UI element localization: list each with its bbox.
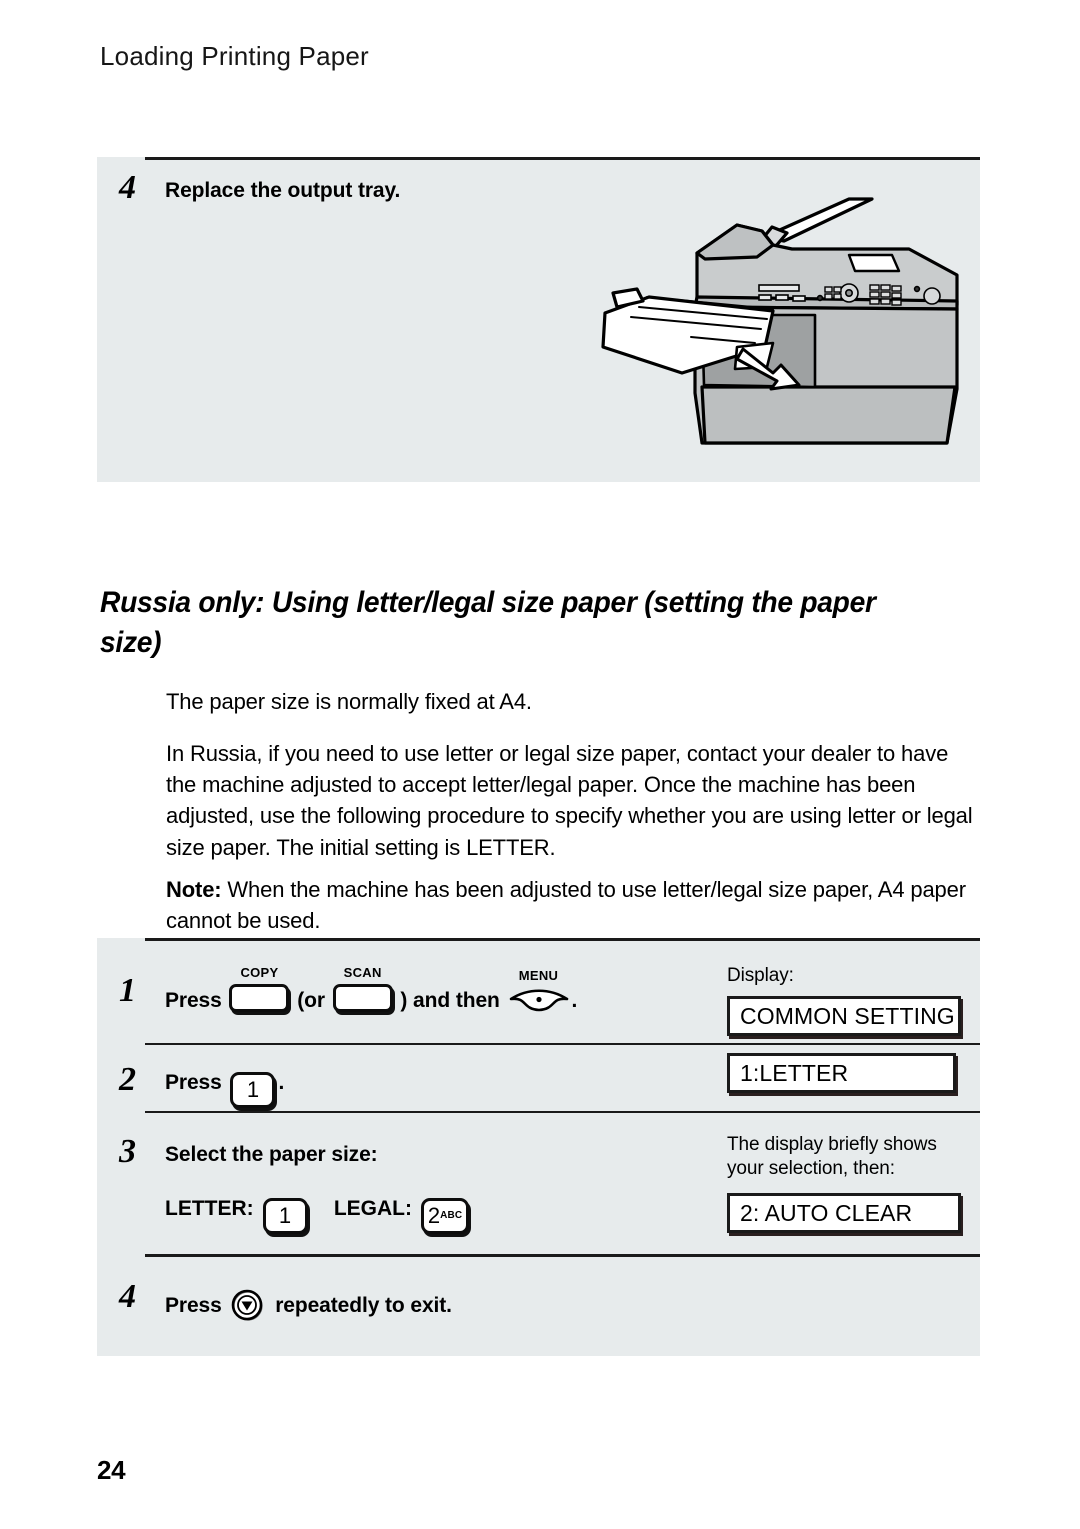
step-4-number: 4: [119, 1278, 136, 1315]
procedure-step-3-row: 3 Select the paper size: LETTER: 1 LEGAL…: [97, 1111, 980, 1254]
procedure-table: 1 Press COPY (or SCAN ) and then MENU .: [97, 938, 980, 1356]
menu-key[interactable]: MENU: [506, 968, 572, 1013]
running-header: Loading Printing Paper: [100, 41, 369, 71]
numeric-key-2-legal[interactable]: 2ABC: [420, 1198, 470, 1234]
scan-key-cap[interactable]: [332, 984, 393, 1012]
numeric-key-2-sublabel: ABC: [440, 1210, 463, 1221]
paragraph-note: Note: When the machine has been adjusted…: [166, 874, 978, 936]
paragraph-russia-instructions: In Russia, if you need to use letter or …: [166, 741, 973, 860]
page-number: 24: [97, 1455, 126, 1485]
illustration-panel: 4 Replace the output tray.: [97, 157, 980, 482]
illustration-step-number: 4: [119, 169, 136, 206]
note-label: Note:: [166, 877, 222, 902]
numeric-key-1[interactable]: 1: [230, 1072, 276, 1108]
step-4-press-label: Press: [165, 1294, 222, 1317]
step-1-period: .: [571, 989, 578, 1012]
table-rule-top: [145, 938, 980, 941]
copy-key-label: COPY: [240, 965, 279, 980]
step-1-press-label: Press: [165, 989, 222, 1012]
procedure-step-4-row: 4 Press repeatedly to exit.: [97, 1254, 980, 1356]
copy-key[interactable]: COPY: [227, 965, 291, 1013]
step-2-period: .: [278, 1071, 285, 1094]
step-2-press-label: Press: [165, 1071, 222, 1094]
step-1-number: 1: [119, 972, 136, 1009]
note-text: When the machine has been adjusted to us…: [166, 877, 966, 934]
lcd-display-common-setting: COMMON SETTING: [727, 995, 961, 1036]
step-1-instruction: Press COPY (or SCAN ) and then MENU .: [165, 965, 578, 1013]
legal-choice-label: LEGAL:: [333, 1197, 412, 1220]
paragraph-paper-size-fixed: The paper size is normally fixed at A4.: [166, 689, 532, 714]
stop-button-icon[interactable]: [231, 1288, 265, 1322]
step-2-display-column: 1:LETTER: [727, 1053, 977, 1093]
step-3-size-choices: LETTER: 1 LEGAL: 2ABC: [165, 1197, 472, 1234]
step-2-number: 2: [119, 1061, 136, 1098]
display-caption-3: The display briefly shows your selection…: [727, 1134, 937, 1179]
lcd-display-auto-clear: 2: AUTO CLEAR: [727, 1192, 961, 1233]
menu-key-label: MENU: [518, 968, 559, 983]
illustration-step-text: Replace the output tray.: [165, 179, 401, 202]
panel-top-rule: [145, 157, 980, 160]
step-3-number: 3: [119, 1133, 136, 1170]
procedure-step-1-row: 1 Press COPY (or SCAN ) and then MENU .: [97, 944, 980, 1043]
section-heading: Russia only: Using letter/legal size pap…: [100, 586, 876, 659]
step-1-display-column: Display: COMMON SETTING: [727, 964, 977, 1036]
scan-key[interactable]: SCAN: [331, 965, 395, 1013]
scan-key-label: SCAN: [343, 965, 382, 980]
step-1-and-then-label: ) and then: [400, 989, 500, 1012]
copy-key-cap[interactable]: [229, 984, 290, 1012]
fax-machine-output-tray-illustration: [601, 197, 959, 445]
menu-arc-icon[interactable]: [508, 987, 570, 1013]
letter-choice-label: LETTER:: [165, 1197, 254, 1220]
step-3-display-column: The display briefly shows your selection…: [727, 1133, 977, 1233]
numeric-key-1-letter[interactable]: 1: [262, 1198, 308, 1234]
step-4-instruction: Press repeatedly to exit.: [165, 1288, 452, 1322]
procedure-step-2-row: 2 Press 1. 1:LETTER: [97, 1043, 980, 1111]
lcd-display-1-letter: 1:LETTER: [727, 1053, 956, 1093]
step-3-instruction: Select the paper size:: [165, 1143, 378, 1166]
display-caption-1: Display:: [727, 965, 794, 986]
numeric-key-2-digit: 2: [427, 1203, 441, 1228]
step-4-after-label: repeatedly to exit.: [275, 1294, 452, 1317]
step-1-or-label: (or: [297, 989, 325, 1012]
step-2-instruction: Press 1.: [165, 1071, 284, 1108]
